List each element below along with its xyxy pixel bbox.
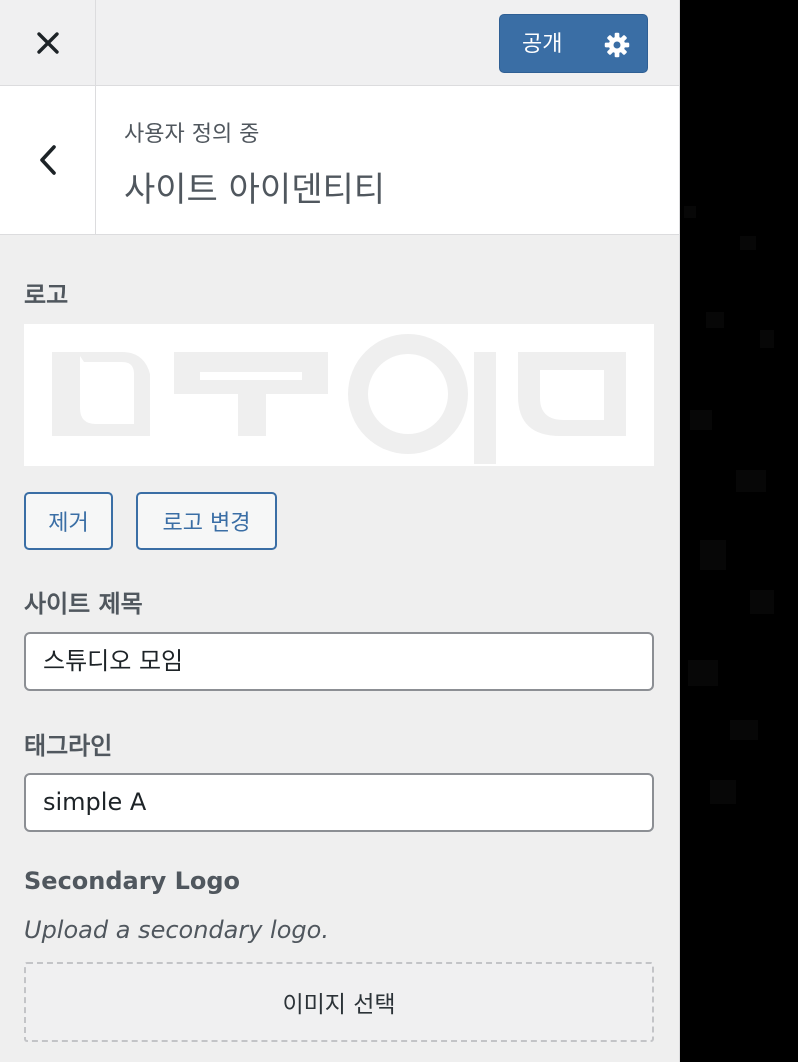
publish-button[interactable]: 공개: [499, 14, 648, 73]
preview-speck: [736, 470, 766, 492]
logo-label: 로고: [24, 281, 69, 309]
customizer-panel: 공개 사용자 정의 중 사이트 아이덴티티 로고 제거 로고 변경 사이트 제목…: [0, 0, 680, 1062]
preview-speck: [760, 330, 774, 348]
site-title-input[interactable]: 스튜디오 모임: [24, 632, 654, 691]
preview-speck: [690, 410, 712, 430]
preview-speck: [740, 236, 756, 250]
preview-speck: [688, 660, 718, 686]
change-logo-button[interactable]: 로고 변경: [136, 492, 277, 550]
preview-speck: [700, 540, 726, 570]
site-title-label: 사이트 제목: [24, 590, 143, 618]
tagline-label: 태그라인: [24, 732, 113, 760]
chevron-left-icon: [39, 145, 56, 175]
gear-icon[interactable]: [603, 31, 631, 59]
secondary-logo-description: Upload a secondary logo.: [24, 916, 329, 944]
logo-graphic: [24, 324, 654, 466]
remove-logo-button[interactable]: 제거: [24, 492, 113, 550]
preview-speck: [750, 590, 774, 614]
preview-speck: [730, 720, 758, 740]
logo-image: [24, 324, 654, 466]
site-preview: [680, 0, 798, 1062]
select-image-button[interactable]: 이미지 선택: [24, 962, 654, 1042]
tagline-input[interactable]: simple A: [24, 773, 654, 832]
section-header: 사용자 정의 중 사이트 아이덴티티: [0, 86, 679, 235]
section-title: 사이트 아이덴티티: [124, 170, 386, 210]
preview-speck: [706, 312, 724, 328]
back-button[interactable]: [0, 86, 96, 234]
breadcrumb: 사용자 정의 중: [124, 122, 260, 147]
preview-speck: [684, 206, 696, 218]
preview-speck: [710, 780, 736, 804]
secondary-logo-label: Secondary Logo: [24, 867, 241, 895]
close-button[interactable]: [0, 0, 96, 85]
close-icon: [36, 31, 59, 54]
publish-label: 공개: [522, 32, 563, 57]
customizer-header: 공개: [0, 0, 679, 86]
